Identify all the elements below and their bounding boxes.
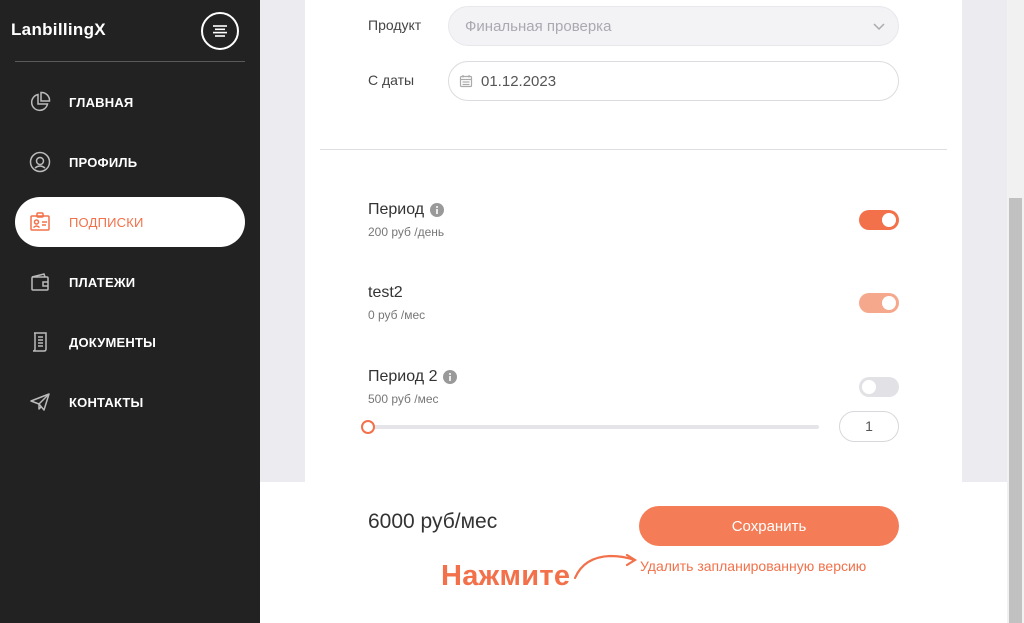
scrollbar-thumb[interactable] [1009,198,1022,623]
sidebar: LanbillingX ГЛАВНАЯ ПРОФИЛЬ ПОДПИСКИ ПЛА… [0,0,260,623]
plan-name: Период 2 [368,368,458,386]
hint-arrow-icon [573,553,638,580]
slider-handle[interactable] [361,420,375,434]
document-icon [28,330,52,354]
date-input[interactable]: 01.12.2023 [448,61,899,101]
plan-name-text: Период [368,201,425,218]
wallet-icon [28,270,52,294]
quantity-slider[interactable] [368,425,819,429]
date-label: С даты [368,72,415,88]
paper-plane-icon [28,390,52,414]
quantity-input[interactable]: 1 [839,411,899,442]
sidebar-item-contacts[interactable]: КОНТАКТЫ [15,377,245,427]
plan-name: Период [368,201,445,219]
sidebar-item-profile[interactable]: ПРОФИЛЬ [15,137,245,187]
plan-name-text: Период 2 [368,368,438,385]
sidebar-item-label: КОНТАКТЫ [69,394,144,410]
sidebar-nav: ГЛАВНАЯ ПРОФИЛЬ ПОДПИСКИ ПЛАТЕЖИ ДОКУМЕН… [15,77,245,437]
save-button[interactable]: Сохранить [639,506,899,546]
sidebar-item-label: ПЛАТЕЖИ [69,274,136,290]
menu-icon [213,25,227,37]
id-card-icon [28,210,52,234]
info-icon[interactable] [443,370,458,384]
chevron-down-icon [872,19,886,37]
plan-name: test2 [368,284,403,302]
menu-toggle-button[interactable] [201,12,239,50]
sidebar-item-label: ДОКУМЕНТЫ [69,334,157,350]
sidebar-item-label: ПОДПИСКИ [69,214,144,230]
toggle-knob [862,380,876,394]
sidebar-item-home[interactable]: ГЛАВНАЯ [15,77,245,127]
sidebar-item-label: ПРОФИЛЬ [69,154,138,170]
sidebar-item-documents[interactable]: ДОКУМЕНТЫ [15,317,245,367]
product-select-value: Финальная проверка [465,17,612,35]
product-label: Продукт [368,17,422,33]
user-circle-icon [28,150,52,174]
sidebar-item-subscriptions[interactable]: ПОДПИСКИ [15,197,245,247]
toggle-knob [882,213,896,227]
sidebar-divider [15,61,245,62]
plan-price: 0 руб /мес [368,308,426,322]
date-input-value: 01.12.2023 [481,72,557,90]
sidebar-item-payments[interactable]: ПЛАТЕЖИ [15,257,245,307]
total-price: 6000 руб/мес [368,510,498,533]
toggle-knob [882,296,896,310]
plan-toggle[interactable] [859,377,899,397]
delete-scheduled-version-link[interactable]: Удалить запланированную версию [640,558,866,574]
brand-logo: LanbillingX [11,20,106,39]
product-select[interactable]: Финальная проверка [448,6,899,46]
plan-price: 500 руб /мес [368,392,439,406]
hint-callout: Нажмите [441,560,571,592]
pie-chart-icon [28,90,52,114]
plan-price: 200 руб /день [368,225,445,239]
sidebar-item-label: ГЛАВНАЯ [69,94,134,110]
plan-toggle[interactable] [859,210,899,230]
section-divider [320,149,947,150]
calendar-icon [459,74,473,88]
info-icon[interactable] [430,203,445,217]
plan-toggle[interactable] [859,293,899,313]
plan-name-text: test2 [368,284,403,301]
